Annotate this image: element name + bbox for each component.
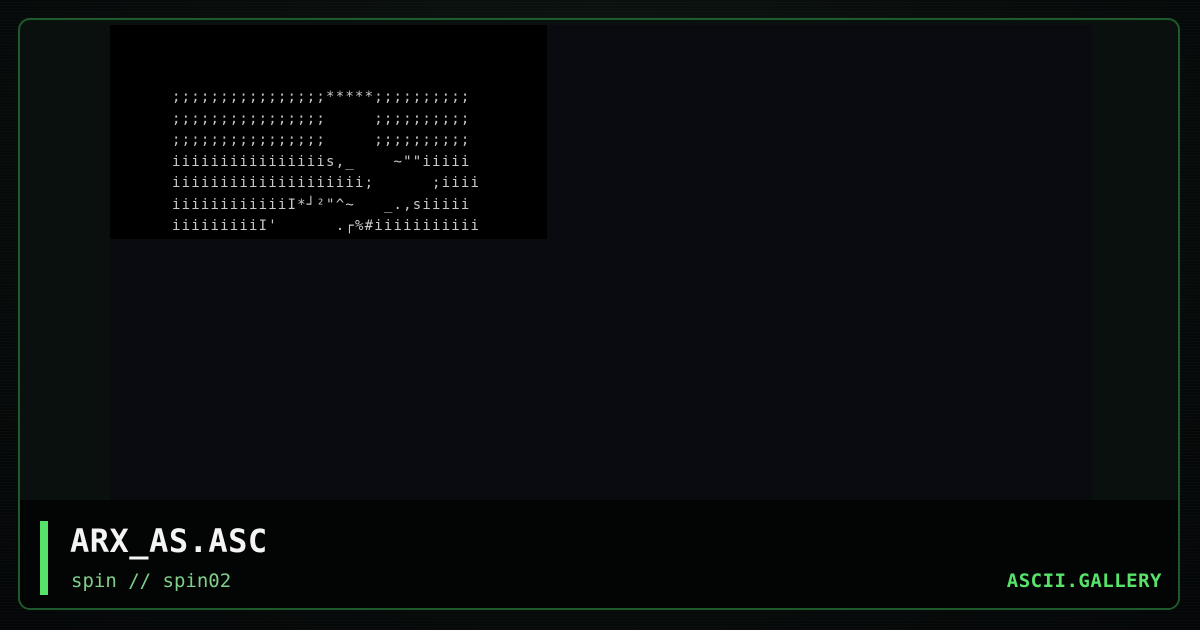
accent-bar: [40, 521, 48, 595]
ascii-art-line: iiiiiiiiiiiiiiiiiiii; ;iiii: [172, 175, 481, 191]
artwork-title: ARX_AS.ASC: [70, 522, 268, 560]
site-brand[interactable]: ASCII.GALLERY: [1007, 570, 1162, 592]
ascii-art-line: iiiiiiiiiiiiiiiis,_ ~""iiiii: [172, 153, 471, 170]
art-canvas: ;;;;;;;;;;;;;;;;*****;;;;;;;;;; ;;;;;;;;…: [110, 25, 1092, 510]
ascii-art-line: ;;;;;;;;;;;;;;;;*****;;;;;;;;;;: [172, 89, 471, 105]
ascii-art-line: ;;;;;;;;;;;;;;;; ;;;;;;;;;;: [172, 110, 471, 127]
ascii-art-line: iiiiiiiiiI' .┌%#iiiiiiiiiii: [172, 218, 481, 234]
footer-bar: ARX_AS.ASC spin // spin02 ASCII.GALLERY: [20, 500, 1178, 608]
ascii-art-line: iiiiiiiiiiiiI*┘²"^~ _.,siiiii: [172, 196, 471, 213]
page: ;;;;;;;;;;;;;;;;*****;;;;;;;;;; ;;;;;;;;…: [0, 0, 1200, 630]
ascii-art-line: ;;;;;;;;;;;;;;;; ;;;;;;;;;;: [172, 132, 471, 148]
gallery-frame: ;;;;;;;;;;;;;;;;*****;;;;;;;;;; ;;;;;;;;…: [18, 18, 1180, 610]
ascii-art: ;;;;;;;;;;;;;;;;*****;;;;;;;;;; ;;;;;;;;…: [172, 87, 480, 238]
ascii-art-viewport: ;;;;;;;;;;;;;;;;*****;;;;;;;;;; ;;;;;;;;…: [110, 25, 547, 239]
artwork-subtitle: spin // spin02: [71, 570, 232, 592]
